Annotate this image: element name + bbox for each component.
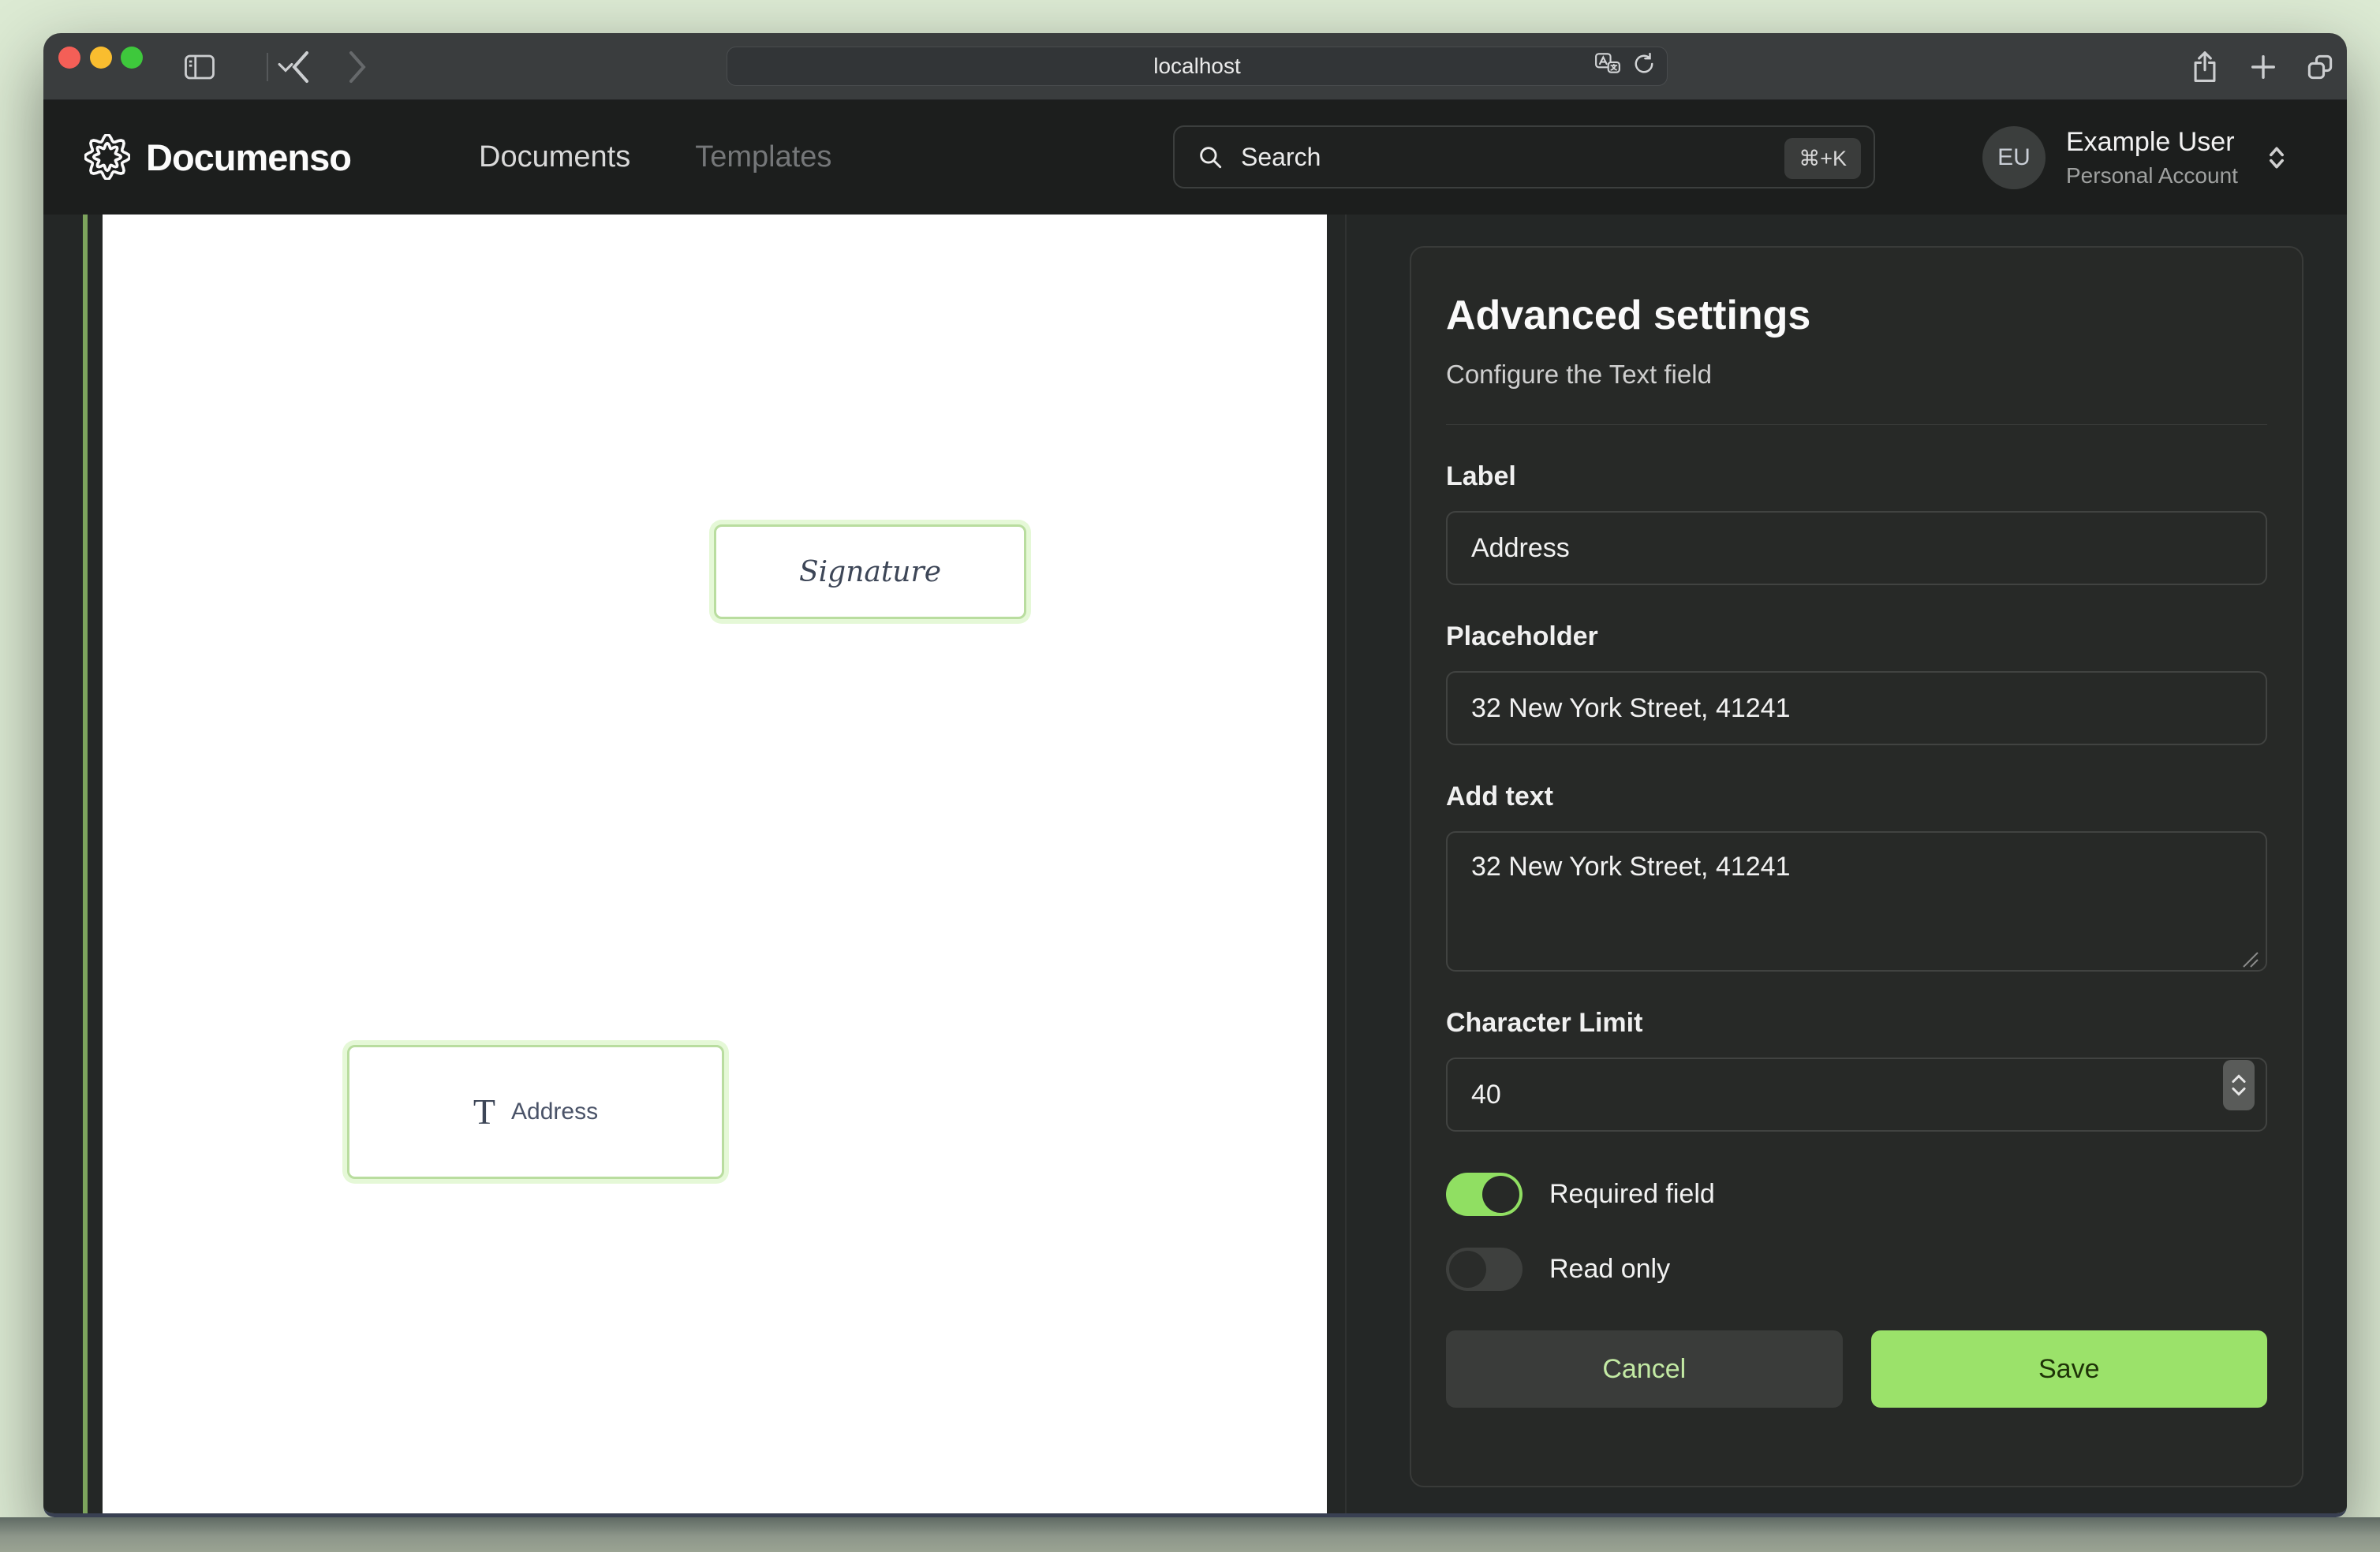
user-menu[interactable]: EU Example User Personal Account [1982, 100, 2288, 215]
forward-button[interactable] [334, 33, 381, 100]
search-shortcut-badge: ⌘+K [1784, 138, 1861, 179]
chevron-up-down-icon [2265, 144, 2288, 172]
char-limit-heading: Character Limit [1446, 1008, 2267, 1039]
toolbar-divider [267, 53, 268, 81]
minimize-window-button[interactable] [90, 47, 112, 69]
panel-subtitle: Configure the Text field [1446, 360, 2267, 390]
label-heading: Label [1446, 461, 2267, 492]
reload-icon[interactable] [1632, 52, 1656, 81]
new-tab-icon[interactable] [2241, 33, 2285, 100]
app-header: Documenso Documents Templates Search ⌘+K… [43, 100, 2347, 215]
text-field-label: Address [511, 1099, 598, 1125]
char-limit-input[interactable] [1446, 1058, 2267, 1132]
char-limit-wrap [1446, 1039, 2267, 1132]
placeholder-heading: Placeholder [1446, 621, 2267, 652]
search-placeholder: Search [1241, 143, 1321, 172]
nav-documents[interactable]: Documents [479, 140, 630, 174]
required-field-row: Required field [1446, 1173, 2267, 1216]
toggle-knob [1449, 1251, 1486, 1288]
brand-name: Documenso [146, 136, 351, 179]
user-texts: Example User Personal Account [2066, 127, 2238, 188]
add-text-value: 32 New York Street, 41241 [1471, 852, 1791, 882]
panel-title: Advanced settings [1446, 292, 2267, 339]
stepper-up-icon[interactable] [2231, 1074, 2247, 1084]
address-bar[interactable]: localhost [727, 47, 1668, 86]
avatar: EU [1982, 126, 2046, 189]
required-field-toggle[interactable] [1446, 1173, 1523, 1216]
document-page: Signature T Address [103, 215, 1327, 1513]
search-icon [1197, 144, 1224, 170]
user-account-type: Personal Account [2066, 163, 2238, 188]
panel-divider [1446, 424, 2267, 425]
zoom-window-button[interactable] [121, 47, 143, 69]
nav-templates[interactable]: Templates [695, 140, 831, 174]
signature-field[interactable]: Signature [714, 524, 1026, 619]
resize-handle[interactable] [2240, 945, 2259, 964]
signature-field-label: Signature [799, 556, 941, 588]
browser-window: localhost [43, 33, 2347, 1517]
main-content: Signature T Address Advanced settings Co… [43, 215, 2347, 1513]
close-window-button[interactable] [58, 47, 80, 69]
read-only-label: Read only [1549, 1254, 1670, 1285]
save-button[interactable]: Save [1871, 1330, 2268, 1408]
search-input[interactable]: Search ⌘+K [1173, 125, 1875, 188]
tab-overview-icon[interactable] [2298, 33, 2342, 100]
read-only-toggle[interactable] [1446, 1248, 1523, 1291]
page-accent-line [83, 215, 88, 1513]
text-T-icon: T [473, 1094, 495, 1130]
main-nav: Documents Templates [479, 100, 831, 215]
add-text-heading: Add text [1446, 782, 2267, 812]
add-text-textarea[interactable]: 32 New York Street, 41241 [1446, 831, 2267, 972]
sidebar-toggle-button[interactable] [176, 33, 223, 100]
label-input[interactable] [1446, 511, 2267, 585]
number-stepper[interactable] [2223, 1060, 2255, 1110]
cancel-button[interactable]: Cancel [1446, 1330, 1843, 1408]
url-text: localhost [1153, 54, 1241, 79]
stepper-down-icon[interactable] [2231, 1087, 2247, 1096]
panel-actions: Cancel Save [1446, 1330, 2267, 1408]
placeholder-input[interactable] [1446, 671, 2267, 745]
content-divider [1345, 215, 1347, 1513]
documenso-logo-icon [84, 134, 130, 180]
desktop-wallpaper-strip [0, 1517, 2380, 1552]
text-field[interactable]: T Address [347, 1045, 724, 1179]
avatar-initials: EU [1997, 144, 2031, 171]
share-icon[interactable] [2183, 33, 2227, 100]
toggle-knob [1482, 1176, 1519, 1213]
brand-link[interactable]: Documenso [84, 134, 351, 180]
advanced-settings-panel: Advanced settings Configure the Text fie… [1410, 246, 2303, 1487]
browser-toolbar: localhost [43, 33, 2347, 100]
translate-icon[interactable] [1594, 52, 1621, 81]
required-field-label: Required field [1549, 1179, 1715, 1210]
user-name: Example User [2066, 127, 2238, 158]
back-button[interactable] [277, 33, 324, 100]
read-only-row: Read only [1446, 1248, 2267, 1291]
